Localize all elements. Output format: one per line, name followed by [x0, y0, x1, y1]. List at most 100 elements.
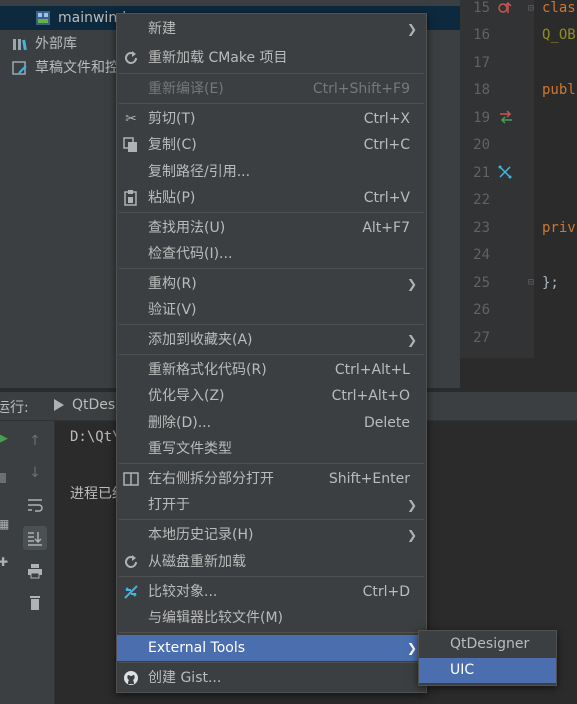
menu-item-delete[interactable]: 删除(D)... Delete	[117, 410, 426, 436]
menu-item-label: 重新编译(E)	[148, 81, 224, 97]
menu-item-label: 创建 Gist...	[148, 670, 222, 686]
menu-item-label: 与编辑器比较文件(M)	[148, 610, 284, 626]
line-number: 15	[473, 0, 490, 16]
menu-item-label: 复制路径/引用...	[148, 164, 251, 180]
menu-item-recompile: 重新编译(E) Ctrl+Shift+F9	[117, 76, 426, 102]
code-line: publ	[542, 82, 576, 98]
menu-separator	[119, 268, 424, 269]
copy-icon	[121, 132, 141, 158]
menu-item-create-gist[interactable]: 创建 Gist...	[117, 665, 426, 691]
menu-item-reload-cmake[interactable]: 重新加载 CMake 项目	[117, 45, 426, 71]
reload-icon	[121, 549, 141, 575]
menu-item-compare-with[interactable]: 比较对象... Ctrl+D	[117, 579, 426, 605]
scissors-icon: ✂	[125, 111, 137, 127]
pin-icon[interactable]: ✚	[0, 555, 8, 569]
line-number: 24	[473, 247, 490, 263]
cmake-reload-icon	[121, 45, 141, 71]
scroll-to-end-icon[interactable]	[23, 526, 47, 550]
up-arrow-icon[interactable]: ↑	[23, 429, 47, 453]
menu-item-label: 在右侧拆分部分打开	[148, 471, 274, 487]
context-menu: 新建 ❯ 重新加载 CMake 项目 重新编译(E) Ctrl+Shift+F9…	[116, 13, 427, 693]
line-number: 21	[473, 165, 490, 181]
menu-separator	[119, 463, 424, 464]
trash-icon[interactable]	[23, 591, 47, 615]
editor-gutter: 15 16 17 18 19 20 21 22 23 24 25 26 27 ⊟…	[460, 0, 534, 358]
menu-item-label: 粘贴(P)	[148, 190, 196, 206]
menu-item-label: 删除(D)...	[148, 415, 212, 431]
paste-icon	[121, 185, 141, 211]
menu-item-copy-path[interactable]: 复制路径/引用...	[117, 159, 426, 185]
down-arrow-icon[interactable]: ↓	[23, 461, 47, 485]
menu-item-refactor[interactable]: 重构(R) ❯	[117, 271, 426, 297]
submenu-arrow-icon: ❯	[406, 277, 417, 291]
menu-shortcut: Ctrl+Alt+L	[334, 362, 410, 378]
submenu-arrow-icon: ❯	[406, 22, 417, 36]
submenu-item-qtdesigner[interactable]: QtDesigner	[419, 632, 556, 657]
menu-separator	[119, 632, 424, 633]
menu-shortcut: Alt+F7	[362, 220, 410, 236]
code-line: clas	[542, 0, 576, 16]
menu-item-cut[interactable]: ✂ 剪切(T) Ctrl+X	[117, 106, 426, 132]
fold-icon[interactable]: ⊟	[528, 278, 538, 288]
submenu-item-label: QtDesigner	[450, 636, 530, 652]
menu-separator	[119, 576, 424, 577]
line-number: 25	[473, 275, 490, 291]
code-line: priv	[542, 220, 576, 236]
menu-shortcut: Ctrl+X	[363, 111, 410, 127]
library-icon	[12, 36, 28, 52]
menu-item-reformat-code[interactable]: 重新格式化代码(R) Ctrl+Alt+L	[117, 357, 426, 383]
menu-shortcut: Ctrl+Alt+O	[331, 388, 410, 404]
menu-item-open-split-right[interactable]: 在右侧拆分部分打开 Shift+Enter	[117, 466, 426, 492]
code-macro: Q_OB	[542, 27, 576, 43]
menu-item-paste[interactable]: 粘贴(P) Ctrl+V	[117, 185, 426, 211]
menu-item-add-to-favorites[interactable]: 添加到收藏夹(A) ❯	[117, 327, 426, 353]
menu-item-inspect-code[interactable]: 检查代码(I)...	[117, 241, 426, 267]
menu-item-label: 优化导入(Z)	[148, 388, 225, 404]
split-right-icon	[121, 466, 141, 492]
submenu-item-uic[interactable]: UIC	[419, 658, 556, 683]
ui-file-icon	[35, 10, 51, 26]
submenu-arrow-icon: ❯	[406, 498, 417, 512]
menu-item-compare-with-editor[interactable]: 与编辑器比较文件(M)	[117, 605, 426, 631]
menu-item-copy[interactable]: 复制(C) Ctrl+C	[117, 132, 426, 158]
menu-separator	[119, 324, 424, 325]
menu-item-label: 重新加载 CMake 项目	[148, 50, 288, 66]
menu-separator	[119, 73, 424, 74]
menu-shortcut: Ctrl+Shift+F9	[312, 81, 410, 97]
run-side-toolbar: ▶ ▦ ✚	[0, 421, 16, 704]
menu-item-optimize-imports[interactable]: 优化导入(Z) Ctrl+Alt+O	[117, 383, 426, 409]
print-icon[interactable]	[23, 559, 47, 583]
menu-shortcut: Ctrl+D	[362, 584, 410, 600]
line-number: 27	[473, 330, 490, 346]
code-editor[interactable]: 15 16 17 18 19 20 21 22 23 24 25 26 27 ⊟…	[460, 0, 577, 388]
scratch-icon	[12, 60, 28, 76]
override-marker-icon[interactable]	[498, 110, 514, 124]
line-number: 26	[473, 302, 490, 318]
menu-item-label: 本地历史记录(H)	[148, 527, 254, 543]
menu-item-label: 新建	[148, 21, 176, 37]
run-config-icon	[53, 398, 65, 412]
fold-icon[interactable]: ⊟	[528, 4, 538, 14]
soft-wrap-icon[interactable]	[23, 493, 47, 517]
menu-item-external-tools[interactable]: External Tools ❯	[117, 635, 426, 661]
stop-icon[interactable]	[0, 473, 6, 483]
menu-item-label: 检查代码(I)...	[148, 246, 233, 262]
line-number: 23	[473, 220, 490, 236]
menu-item-label: 剪切(T)	[148, 111, 196, 127]
compare-icon	[121, 579, 141, 605]
menu-item-validate[interactable]: 验证(V)	[117, 297, 426, 323]
menu-item-label: 添加到收藏夹(A)	[148, 332, 253, 348]
rerun-icon[interactable]: ▶	[0, 431, 8, 446]
implementation-marker-icon[interactable]	[498, 1, 512, 15]
menu-item-local-history[interactable]: 本地历史记录(H) ❯	[117, 522, 426, 548]
connection-marker-icon[interactable]	[498, 165, 512, 179]
menu-item-find-usages[interactable]: 查找用法(U) Alt+F7	[117, 215, 426, 241]
menu-item-override-file-type[interactable]: 重写文件类型	[117, 436, 426, 462]
menu-item-open-in[interactable]: 打开于 ❯	[117, 492, 426, 518]
layout-icon[interactable]: ▦	[0, 517, 9, 531]
menu-item-reload-from-disk[interactable]: 从磁盘重新加载	[117, 549, 426, 575]
line-number: 18	[473, 82, 490, 98]
run-toolbar: ↑ ↓	[16, 421, 55, 704]
menu-item-label: 从磁盘重新加载	[148, 554, 246, 570]
menu-item-new[interactable]: 新建 ❯	[117, 16, 426, 42]
